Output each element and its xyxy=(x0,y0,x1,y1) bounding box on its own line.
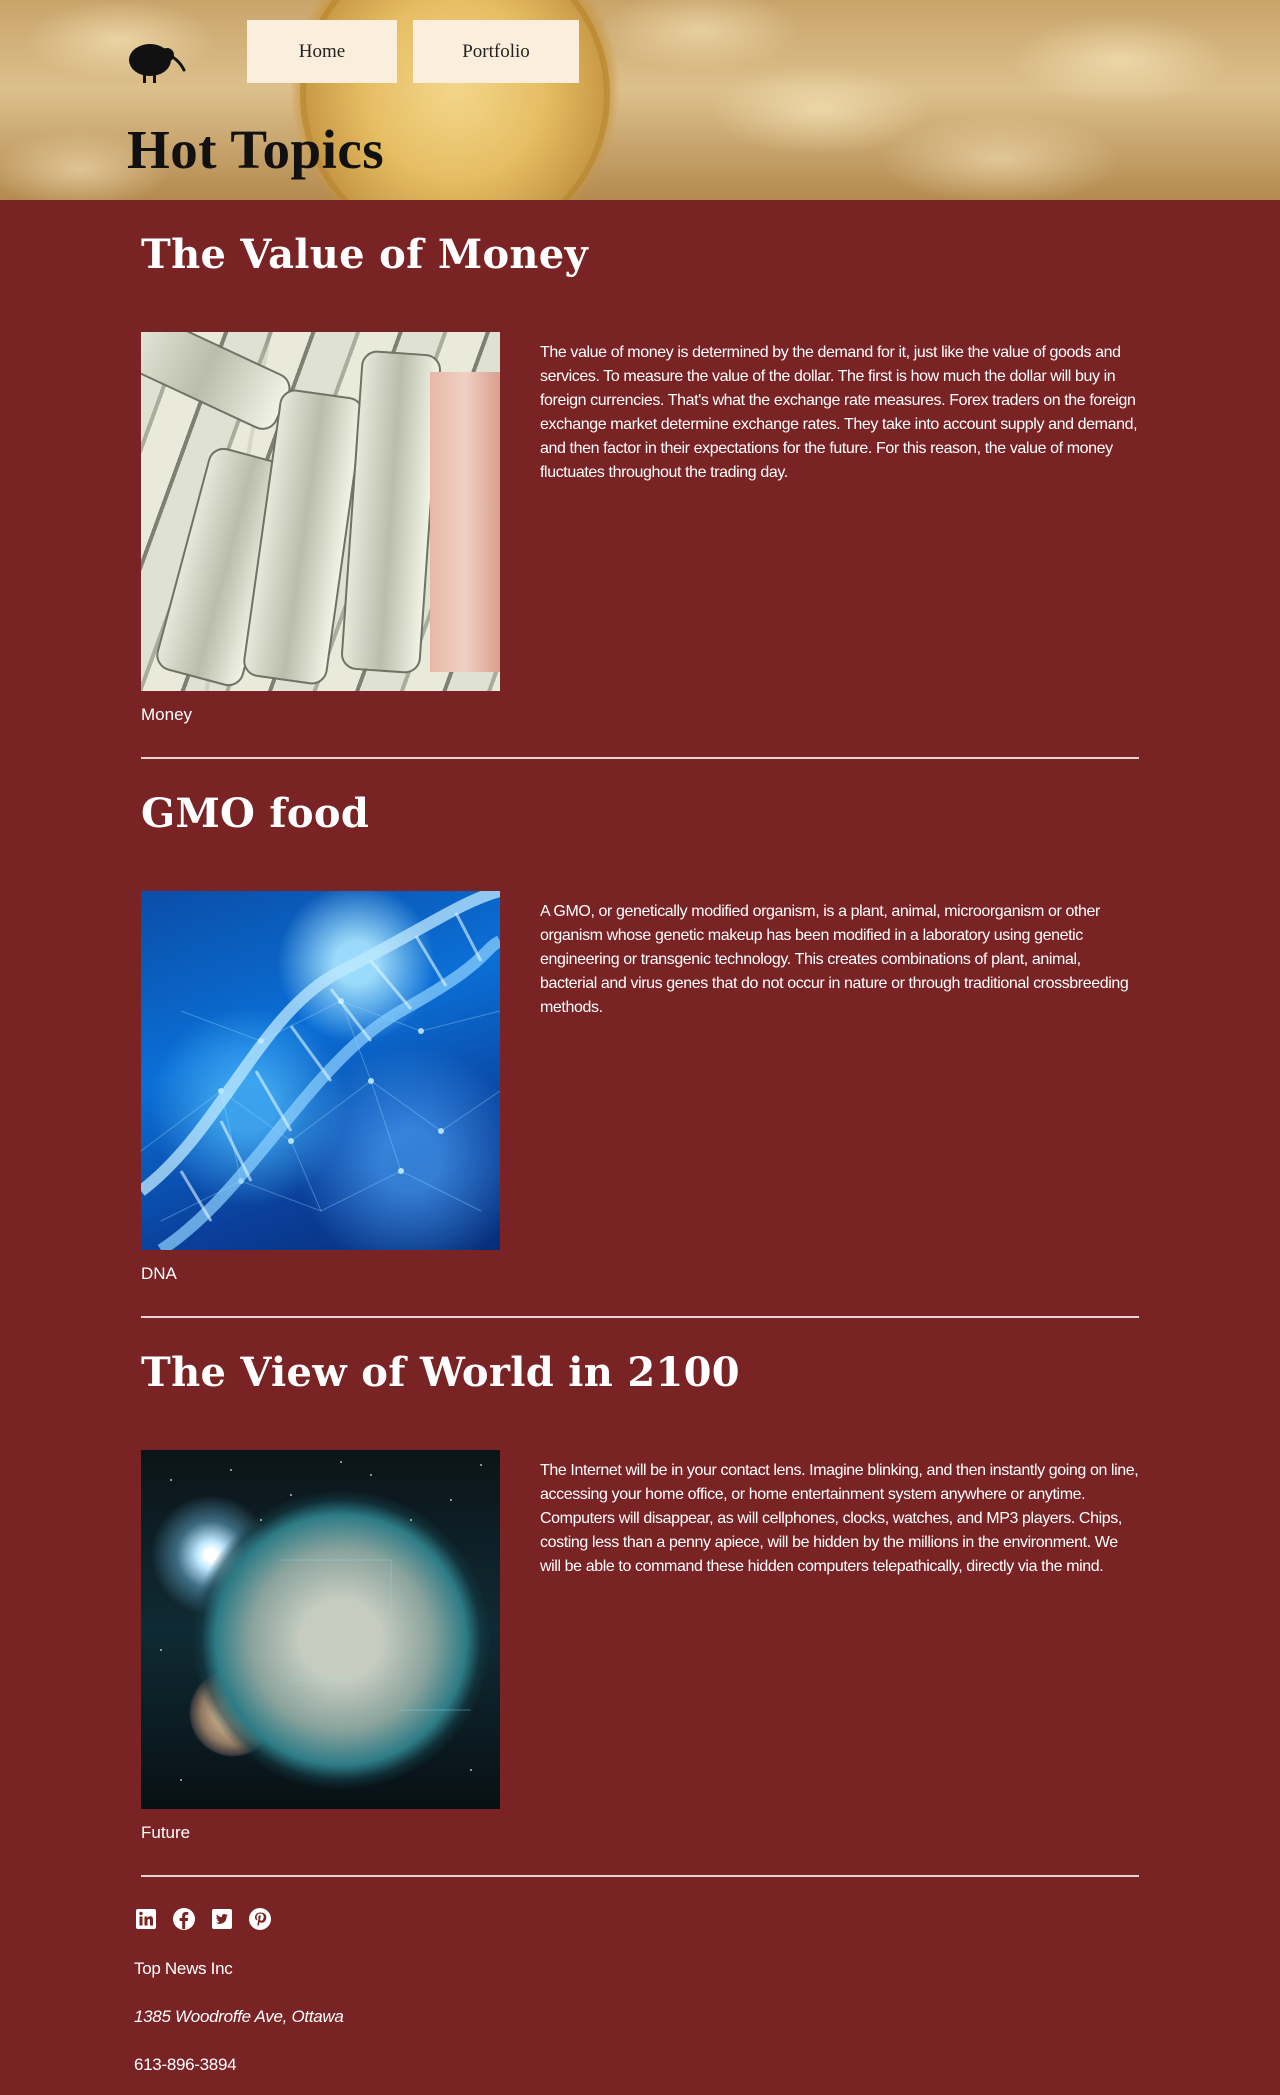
article-money: The Value of Money Money The value of mo… xyxy=(141,200,1139,759)
articles-list: The Value of Money Money The value of mo… xyxy=(0,200,1280,1877)
header-banner: Home Portfolio Hot Topics xyxy=(0,0,1280,200)
pinterest-icon[interactable] xyxy=(248,1907,272,1931)
article-figure: DNA xyxy=(141,891,500,1304)
image-caption: Money xyxy=(141,705,193,724)
article-title: The Value of Money xyxy=(141,231,589,278)
money-image xyxy=(141,332,500,691)
nav-portfolio-button[interactable]: Portfolio xyxy=(413,20,579,83)
company-name: Top News Inc xyxy=(134,1959,233,1978)
article-text: The Internet will be in your contact len… xyxy=(540,1462,1139,1575)
image-caption: DNA xyxy=(141,1264,177,1283)
article-future: The View of World in 2100 Future The Int… xyxy=(141,1318,1139,1877)
company-phone: 613-896-3894 xyxy=(134,2055,237,2074)
dna-image xyxy=(141,891,500,1250)
article-figure: Future xyxy=(141,1450,500,1863)
twitter-icon[interactable] xyxy=(210,1907,234,1931)
article-title: The View of World in 2100 xyxy=(141,1349,740,1396)
company-address: 1385 Woodroffe Ave, Ottawa xyxy=(134,2007,344,2026)
article-figure: Money xyxy=(141,332,500,745)
planets-image xyxy=(141,1450,500,1809)
linkedin-icon[interactable] xyxy=(134,1907,158,1931)
article-gmo: GMO food DNA A GMO, or genetically modif… xyxy=(141,759,1139,1318)
nav-home-button[interactable]: Home xyxy=(247,20,397,83)
page-title: Hot Topics xyxy=(127,119,385,180)
footer: Top News Inc 1385 Woodroffe Ave, Ottawa … xyxy=(0,1877,1280,2095)
article-text: The value of money is determined by the … xyxy=(540,344,1138,481)
social-links xyxy=(134,1893,1280,1945)
image-caption: Future xyxy=(141,1823,191,1842)
divider xyxy=(141,1875,1139,1877)
facebook-icon[interactable] xyxy=(172,1907,196,1931)
kiwi-logo-icon[interactable] xyxy=(126,36,186,84)
article-title: GMO food xyxy=(141,790,370,837)
article-text: A GMO, or genetically modified organism,… xyxy=(540,903,1129,1016)
